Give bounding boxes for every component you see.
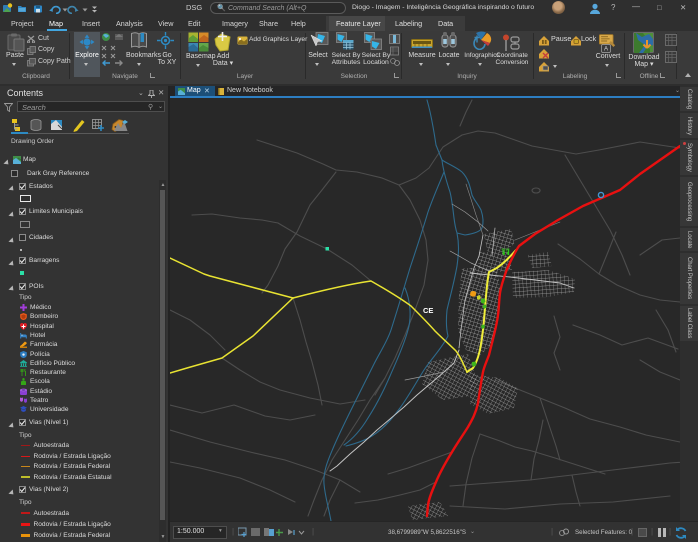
svg-text:CE: CE — [423, 306, 433, 315]
svg-text:A: A — [604, 46, 609, 53]
